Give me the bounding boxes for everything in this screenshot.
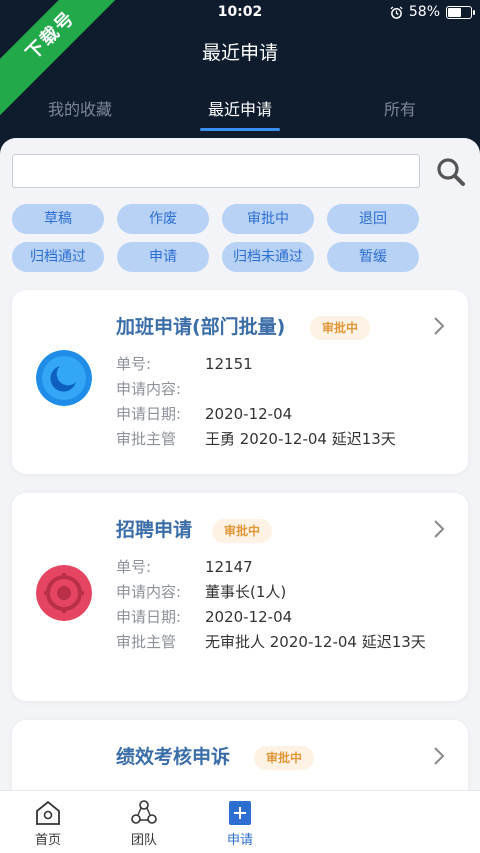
status-badge: 审批中	[254, 746, 315, 770]
filter-in-review[interactable]: 审批中	[222, 204, 314, 234]
request-card[interactable]: 加班申请(部门批量) 审批中 单号: 12151 申请内容: 申请日期: 2020-…	[12, 290, 468, 474]
battery-percent: 58%	[408, 4, 440, 20]
status-badge: 审批中	[310, 316, 371, 340]
alarm-icon	[390, 5, 403, 19]
chevron-right-icon	[434, 317, 445, 335]
search-input[interactable]	[12, 154, 420, 188]
tab-bar: 我的收藏 最近申请 所有	[0, 96, 480, 126]
tab-all[interactable]: 所有	[320, 96, 480, 120]
chevron-right-icon	[434, 747, 445, 765]
bottom-nav: 首页 团队 申请	[0, 790, 480, 853]
chevron-right-icon	[434, 520, 445, 538]
team-icon	[131, 800, 157, 824]
status-indicators: 58%	[390, 4, 475, 20]
field-row: 申请内容: 董事长(1人)	[116, 583, 287, 601]
field-row: 申请日期: 2020-12-04	[116, 405, 293, 423]
card-fields: 单号: 12147 申请内容: 董事长(1人) 申请日期: 2020-12-04 审批…	[116, 555, 456, 655]
field-row: 审批主管 无审批人 2020-12-04 延迟13天	[116, 633, 426, 651]
filter-applied[interactable]: 申请	[117, 242, 209, 272]
filter-returned[interactable]: 退回	[327, 204, 419, 234]
field-row: 申请内容:	[116, 380, 182, 398]
tab-recent[interactable]: 最近申请	[160, 96, 320, 120]
filter-draft[interactable]: 草稿	[12, 204, 104, 234]
home-icon	[36, 800, 60, 825]
filter-archived-approved[interactable]: 归档通过	[12, 242, 104, 272]
card-title: 绩效考核申诉	[116, 746, 231, 768]
status-badge: 审批中	[212, 519, 273, 543]
card-title: 招聘申请	[116, 519, 193, 541]
battery-level	[448, 7, 461, 17]
field-row: 审批主管 王勇 2020-12-04 延迟13天	[116, 430, 396, 448]
nav-home[interactable]: 首页	[8, 799, 88, 848]
card-title: 加班申请(部门批量)	[116, 316, 286, 338]
card-fields: 单号: 12151 申请内容: 申请日期: 2020-12-04 审批主管 王勇 20…	[116, 352, 456, 452]
target-icon	[36, 565, 92, 621]
filter-archived-rejected[interactable]: 归档未通过	[222, 242, 314, 272]
battery-icon	[446, 5, 475, 19]
add-document-icon	[229, 801, 251, 825]
field-row: 申请日期: 2020-12-04	[116, 608, 293, 626]
search-icon[interactable]	[434, 155, 468, 189]
filter-void[interactable]: 作废	[117, 204, 209, 234]
moon-icon	[36, 350, 92, 406]
field-row: 单号: 12147	[116, 558, 253, 576]
tab-favorites[interactable]: 我的收藏	[0, 96, 160, 120]
nav-team[interactable]: 团队	[104, 799, 184, 848]
field-row: 单号: 12151	[116, 355, 253, 373]
tab-indicator	[200, 128, 280, 131]
filter-postponed[interactable]: 暂缓	[327, 242, 419, 272]
nav-apply[interactable]: 申请	[200, 799, 280, 848]
request-card[interactable]: 招聘申请 审批中 单号: 12147 申请内容: 董事长(1人) 申请日期: 2020…	[12, 493, 468, 701]
main-content: 草稿 作废 审批中 退回 归档通过 申请 归档未通过 暂缓 加班申请(部门批量)…	[0, 138, 480, 853]
search-bar	[12, 154, 468, 190]
